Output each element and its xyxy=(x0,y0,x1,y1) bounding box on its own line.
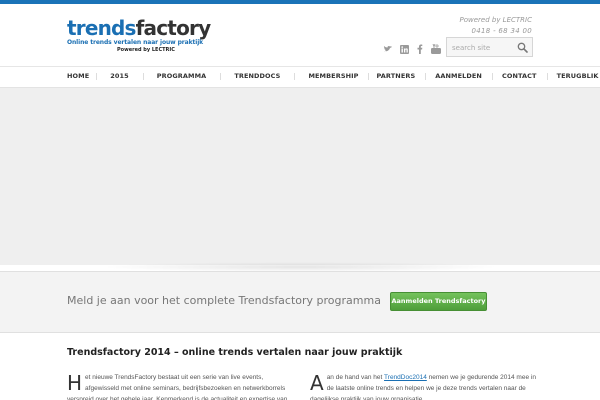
logo-tagline: Online trends vertalen naar jouw praktij… xyxy=(67,39,204,46)
intro-column-right: Aan de hand van het TrendDoc2014 nemen w… xyxy=(310,372,536,400)
phone-number: 0418 - 68 34 00 xyxy=(471,27,532,35)
logo-powered: Powered by LECTRIC xyxy=(117,47,175,53)
search-icon[interactable] xyxy=(517,42,528,53)
nav-item-trenddocs[interactable]: TRENDDOCS xyxy=(220,67,294,86)
nav-item-terugblik[interactable]: TERUGBLIK xyxy=(546,67,600,86)
intro-text: et nieuwe TrendsFactory bestaat uit een … xyxy=(67,374,288,400)
social-links xyxy=(383,43,441,55)
nav-item-2015[interactable]: 2015 xyxy=(96,67,143,86)
trenddoc-link[interactable]: TrendDoc2014 xyxy=(384,374,427,381)
youtube-icon[interactable] xyxy=(431,44,441,54)
nav-item-aanmelden[interactable]: AANMELDEN xyxy=(425,67,492,86)
main-content: Trendsfactory 2014 – online trends verta… xyxy=(0,334,600,400)
powered-by-text: Powered by LECTRIC xyxy=(459,16,532,24)
page-title: Trendsfactory 2014 – online trends verta… xyxy=(67,347,403,358)
nav-item-partners[interactable]: PARTNERS xyxy=(367,67,426,86)
facebook-icon[interactable] xyxy=(416,44,424,54)
dropcap: A xyxy=(310,371,324,395)
nav-item-home[interactable]: HOME xyxy=(60,67,96,86)
dropcap: H xyxy=(67,371,83,395)
nav-item-programma[interactable]: PROGRAMMA xyxy=(142,67,221,86)
register-button[interactable]: Aanmelden Trendsfactory xyxy=(390,292,487,311)
cta-text: Meld je aan voor het complete Trendsfact… xyxy=(67,294,381,307)
logo-wordmark: trendsfactory xyxy=(67,16,211,40)
search-box xyxy=(446,37,533,57)
main-navigation: HOME 2015 PROGRAMMA TRENDDOCS MEMBERSHIP… xyxy=(0,66,600,86)
hero-slider[interactable] xyxy=(0,87,600,265)
linkedin-icon[interactable] xyxy=(400,44,409,54)
intro-text-before: an de hand van het xyxy=(326,374,385,381)
twitter-icon[interactable] xyxy=(383,45,393,54)
cta-banner: Meld je aan voor het complete Trendsfact… xyxy=(0,271,600,333)
nav-item-membership[interactable]: MEMBERSHIP xyxy=(294,67,367,86)
search-input[interactable] xyxy=(452,41,514,54)
intro-column-left: Het nieuwe TrendsFactory bestaat uit een… xyxy=(67,372,293,400)
logo[interactable]: trendsfactory Online trends vertalen naa… xyxy=(67,17,211,57)
header: trendsfactory Online trends vertalen naa… xyxy=(0,4,600,66)
nav-item-contact[interactable]: CONTACT xyxy=(491,67,547,86)
